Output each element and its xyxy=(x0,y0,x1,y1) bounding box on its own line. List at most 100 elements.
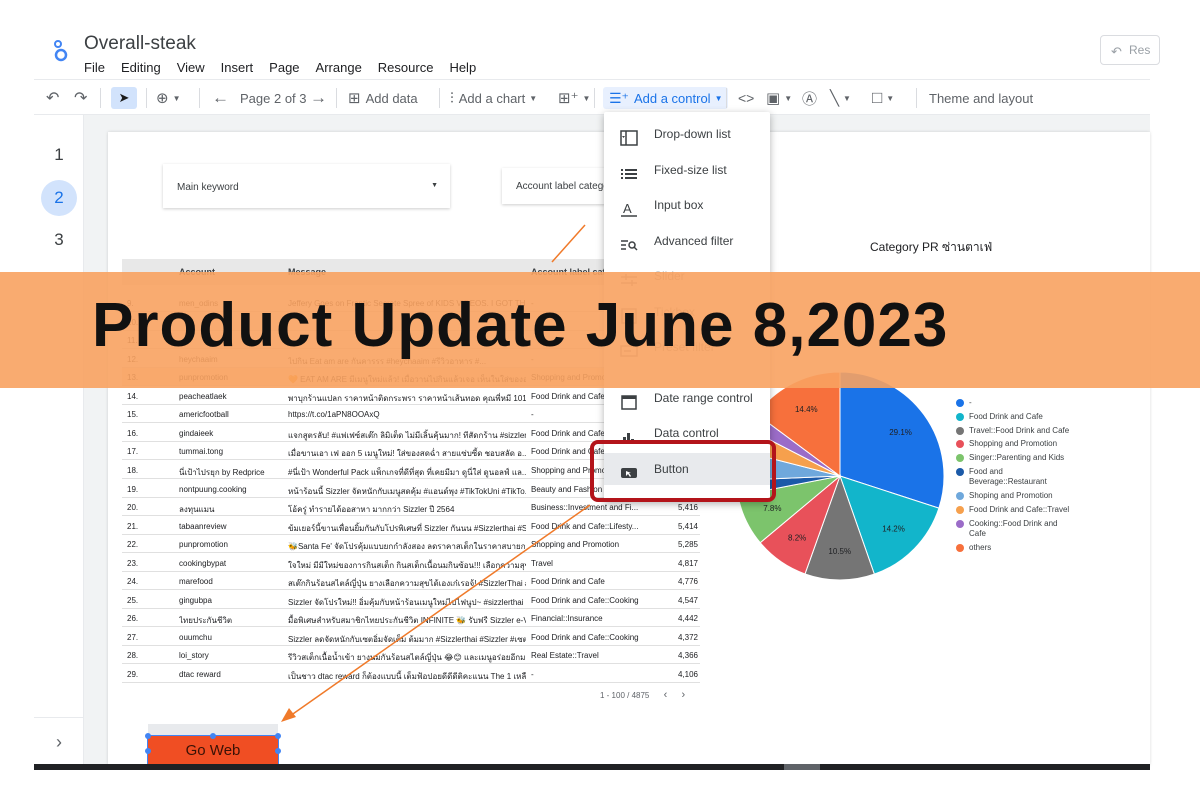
row-value: 5,416 xyxy=(677,503,698,513)
menu-editing[interactable]: Editing xyxy=(121,60,161,75)
next-page-icon[interactable]: → xyxy=(310,87,327,109)
legend-entry[interactable]: Shopping and Promotion xyxy=(956,439,1076,449)
menu-bar: File Editing View Insert Page Arrange Re… xyxy=(84,60,492,75)
line-button[interactable]: ╲ ▼ xyxy=(830,87,851,109)
menu-help[interactable]: Help xyxy=(449,60,476,75)
community-viz-icon: ⊞⁺ xyxy=(558,90,579,107)
legend-entry[interactable]: Travel::Food Drink and Cafe xyxy=(956,426,1076,436)
page-indicator[interactable]: Page 2 of 3 xyxy=(240,87,307,109)
row-account: peacheatlaek xyxy=(179,391,227,401)
legend-entry[interactable]: others xyxy=(956,543,1076,553)
menu-arrange[interactable]: Arrange xyxy=(316,60,362,75)
report-title[interactable]: Overall-steak xyxy=(84,33,196,55)
pie-data-label: 14.2% xyxy=(882,524,905,533)
menu-item-fixed-size-list[interactable]: Fixed-size list xyxy=(604,154,770,186)
add-data-button[interactable]: ⊞ Add data xyxy=(348,87,418,109)
add-control-button[interactable]: ☰⁺ Add a control ▼ xyxy=(603,87,729,109)
resize-handle[interactable] xyxy=(145,733,151,739)
legend-label: Food and Beverage::Restaurant xyxy=(969,467,1047,486)
legend-entry[interactable]: - xyxy=(956,398,1076,408)
expand-panel-icon[interactable]: › xyxy=(34,717,84,765)
horizontal-scrollbar[interactable] xyxy=(34,764,1150,770)
text-box-icon[interactable]: Ⓐ xyxy=(802,87,817,109)
advanced-filter-icon xyxy=(620,233,638,251)
row-index: 19. xyxy=(127,484,139,494)
row-value: 4,366 xyxy=(677,651,698,661)
zoom-icon: ⊕ xyxy=(156,90,169,107)
page-thumb-2[interactable]: 2 xyxy=(41,180,77,216)
row-category: Travel xyxy=(531,558,553,568)
menu-view[interactable]: View xyxy=(177,60,205,75)
page-thumb-1[interactable]: 1 xyxy=(34,145,84,165)
pie-data-label: 8.2% xyxy=(788,533,806,542)
button-highlight-annotation xyxy=(590,440,776,502)
menu-page[interactable]: Page xyxy=(269,60,299,75)
resize-handle[interactable] xyxy=(145,748,151,754)
image-button[interactable]: ▣ ▼ xyxy=(766,87,792,109)
resize-handle[interactable] xyxy=(275,733,281,739)
page-thumb-3[interactable]: 3 xyxy=(34,230,84,250)
theme-layout-button[interactable]: Theme and layout xyxy=(929,87,1033,109)
row-message: โอ้ครู่ ทำรายได้ออสาหา มากกว่า Sizzler ป… xyxy=(288,505,455,515)
menu-item-label: Date range control xyxy=(654,391,753,405)
table-row[interactable]: 23. cookingbypat ใจใหม่ มีมีใหม่ของการกินส… xyxy=(122,554,700,572)
row-index: 17. xyxy=(127,447,139,457)
legend-entry[interactable]: Cooking::Food Drink and Cafe xyxy=(956,519,1076,539)
table-row[interactable]: 25. gingubpa Sizzler จัดโปรใหม่!! อิ่มคุ้ม… xyxy=(122,591,700,609)
menu-item-drop-down-list[interactable]: Drop-down list xyxy=(604,118,770,150)
undo-arrow-icon: ↶ xyxy=(1111,44,1122,59)
legend-entry[interactable]: Food Drink and Cafe::Travel xyxy=(956,505,1076,515)
table-row[interactable]: 21. tabaanreview ข้มเยอร์นี้ขานเพื่อนยิ้มก… xyxy=(122,517,700,535)
table-row[interactable]: 26. ไทยประกันชีวิต มื้อพิเศษสำหรับสมาชิกไท… xyxy=(122,609,700,628)
legend-swatch xyxy=(956,454,964,462)
table-row[interactable]: 22. punpromotion 🐝Santa Fe' จัดโปรคุ้มแบบย… xyxy=(122,535,700,554)
legend-entry[interactable]: Singer::Parenting and Kids xyxy=(956,453,1076,463)
resize-handle[interactable] xyxy=(210,733,216,739)
embed-code-icon[interactable]: <> xyxy=(738,87,754,109)
row-index: 16. xyxy=(127,428,139,438)
legend-entry[interactable]: Food and Beverage::Restaurant xyxy=(956,467,1076,487)
menu-insert[interactable]: Insert xyxy=(221,60,254,75)
row-category: Food Drink and Cafe::Cooking xyxy=(531,595,639,605)
table-row[interactable]: 28. loi_story รีวิวสเต็กเนื้อน้ำเข้า ยางนม… xyxy=(122,646,700,665)
prev-page-icon[interactable]: ← xyxy=(212,87,229,109)
main-keyword-filter[interactable]: Main keyword ▼ xyxy=(163,164,450,208)
scrollbar-thumb[interactable] xyxy=(784,764,820,770)
resize-handle[interactable] xyxy=(275,748,281,754)
table-row[interactable]: 27. ouumchu Sizzler ลดจัดหนักกับเซตอิ่มจัด… xyxy=(122,628,700,646)
row-index: 21. xyxy=(127,521,139,531)
row-message: หน้าร้อนนี้ Sizzler จัดหนักกับเมนูสดคุ้ม… xyxy=(288,486,526,496)
legend-entry[interactable]: Food Drink and Cafe xyxy=(956,412,1076,422)
prev-rows-icon[interactable]: ‹ xyxy=(664,689,668,701)
next-rows-icon[interactable]: › xyxy=(682,689,686,701)
pie-data-label: 7.8% xyxy=(763,504,781,513)
menu-resource[interactable]: Resource xyxy=(378,60,434,75)
row-index: 28. xyxy=(127,651,139,661)
legend-entry[interactable]: Shoping and Promotion xyxy=(956,491,1076,501)
reset-button[interactable]: ↶ Res xyxy=(1100,35,1160,65)
select-pointer-icon[interactable]: ➤ xyxy=(111,87,137,109)
caret-down-icon: ▼ xyxy=(431,182,438,189)
account-label-filter[interactable]: Account label catego xyxy=(502,168,606,204)
row-message: ข้มเยอร์นี้ขานเพื่อนยิ้มกันกับโปรพิเศษที… xyxy=(288,523,526,533)
menu-item-label: Advanced filter xyxy=(654,234,734,248)
community-viz-button[interactable]: ⊞⁺ ▼ xyxy=(558,87,590,109)
row-account: ไทยประกันชีวิต xyxy=(179,616,233,626)
row-category: Business::Investment and Fi... xyxy=(531,503,639,513)
table-row[interactable]: 29. dtac reward เป็นชาว dtac reward ก็ต้อง… xyxy=(122,665,700,683)
add-chart-button[interactable]: ⫶ Add a chart ▼ xyxy=(450,87,537,109)
menu-item-input-box[interactable]: A Input box xyxy=(604,189,770,221)
zoom-button[interactable]: ⊕ ▼ xyxy=(156,87,181,109)
go-web-button[interactable]: Go Web xyxy=(147,735,279,767)
legend-label: Singer::Parenting and Kids xyxy=(969,453,1065,462)
table-row[interactable]: 24. marefood สเต๊กกินร้อนสไตล์ญี่ปุ่น ยางเ… xyxy=(122,572,700,591)
row-account: loi_story xyxy=(179,651,209,661)
undo-icon[interactable]: ↶ xyxy=(46,87,59,109)
menu-file[interactable]: File xyxy=(84,60,105,75)
toolbar-divider xyxy=(199,88,200,108)
legend-swatch xyxy=(956,399,964,407)
menu-item-advanced-filter[interactable]: Advanced filter xyxy=(604,225,770,257)
redo-icon[interactable]: ↷ xyxy=(74,87,87,109)
chart-title: Category PR ซ่านตาเฟ่ xyxy=(870,240,993,254)
shape-button[interactable]: □ ▼ xyxy=(872,87,894,109)
